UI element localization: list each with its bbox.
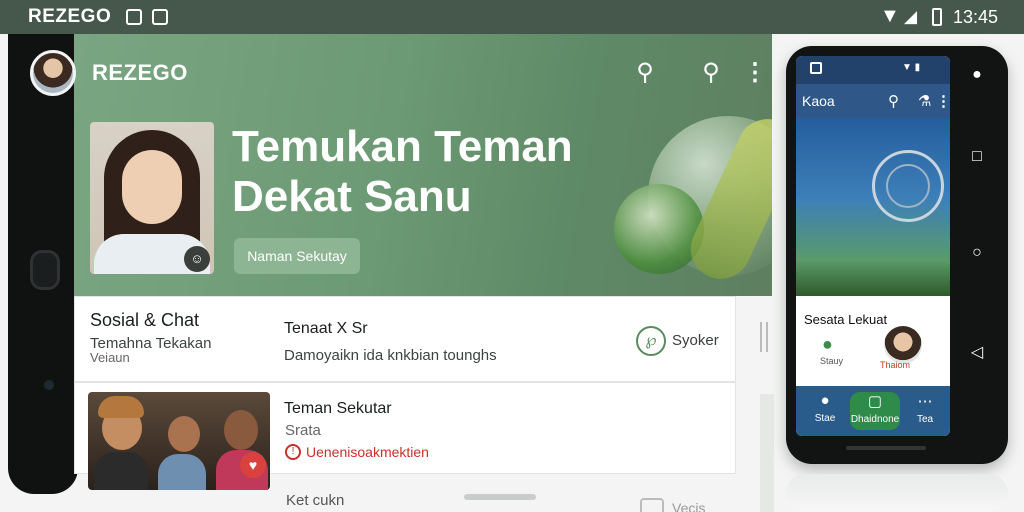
card-subtitle-secondary: Veiaun (90, 350, 130, 365)
ferris-wheel-inner (886, 164, 930, 208)
nav-item-chat[interactable]: ▢ Dhaidnone (850, 392, 900, 430)
speak-label: Syoker (672, 332, 719, 349)
alert-text[interactable]: Uenenisoakmektien (306, 444, 429, 460)
app-notification-icon (126, 9, 142, 25)
battery-icon (932, 8, 942, 26)
right-section-title: Sesata Lekuat (804, 312, 888, 327)
list-item-peek[interactable]: Ket cukn (286, 492, 344, 509)
group-icon[interactable]: ● (822, 334, 833, 355)
peek-label: Vecis (672, 500, 706, 512)
chat-icon: ▢ (867, 393, 883, 410)
document-icon (640, 498, 664, 512)
contact-label: Thaiom (880, 360, 911, 370)
search-user-icon[interactable]: ⚲ (698, 60, 724, 86)
right-phone-status-bar: ▼ ▮ (796, 56, 950, 84)
gallery-icon (152, 9, 168, 25)
system-nav-bar: ● □ ○ ◁ (956, 56, 996, 426)
photo-badge-icon[interactable]: ☺ (184, 246, 210, 272)
nav-item-more[interactable]: ⋯ Tea (900, 392, 950, 425)
right-app-title: Kaoa (802, 93, 835, 109)
alert-icon: ! (285, 444, 301, 460)
filter-icon[interactable]: ⚗ (918, 92, 931, 110)
more-vertical-icon[interactable]: ⋮ (742, 60, 768, 86)
nav-label: Tea (916, 414, 934, 425)
right-phone-screen: ▼ ▮ Kaoa ⚲ ⚗ ⋮ Sesata Lekuat ● Stauy Tha… (796, 56, 950, 436)
home-circle-icon[interactable]: ○ (968, 244, 986, 262)
search-icon[interactable]: ⚲ (632, 60, 658, 86)
signal-icon: ◢ (904, 7, 918, 26)
microphone-icon: ℘ (636, 326, 666, 356)
right-bottom-nav: ● Stae ▢ Dhaidnone ⋯ Tea (796, 386, 950, 436)
nav-label: Dhaidnone (850, 414, 900, 425)
notification-dot-icon[interactable]: ● (968, 66, 986, 84)
search-icon[interactable]: ⚲ (888, 92, 899, 110)
status-bar: REZEGO ▼ ◢ 13:45 (0, 0, 1024, 34)
chat-contact-name[interactable]: Tenaat X Sr (284, 320, 368, 338)
divider (760, 394, 774, 512)
speak-button[interactable]: ℘ Syoker (636, 326, 728, 358)
recents-icon[interactable]: □ (968, 148, 986, 166)
user-avatar[interactable] (30, 50, 76, 96)
phone-reflection (786, 474, 1008, 512)
back-icon[interactable]: ◁ (968, 342, 986, 362)
nav-item-home[interactable]: ● Stae (800, 392, 850, 424)
right-phone-app-bar: Kaoa ⚲ ⚗ ⋮ (796, 84, 950, 118)
contact-label: Stauy (820, 356, 844, 366)
card-title: Sosial & Chat (90, 310, 200, 330)
signal-icon: ▼ ▮ (902, 62, 921, 73)
more-vertical-icon[interactable]: ⋮ (936, 92, 950, 110)
app-icon (810, 62, 822, 74)
hero-title: Temukan Teman Dekat Sanu (232, 122, 573, 221)
gesture-home-bar[interactable] (464, 494, 536, 500)
nearby-subtitle: Srata (285, 422, 321, 439)
home-button[interactable] (30, 250, 60, 290)
contact-avatar[interactable] (884, 326, 922, 364)
wifi-icon: ▼ (880, 5, 900, 27)
app-logo: REZEGO (92, 60, 188, 85)
status-brand: REZEGO (28, 6, 112, 27)
nearby-title: Teman Sekutar (284, 400, 392, 417)
more-icon: ⋯ (917, 393, 933, 410)
camera-icon (44, 380, 54, 390)
nav-label: Stae (814, 413, 836, 424)
user-icon: ● (820, 392, 830, 409)
scroll-indicator[interactable] (760, 322, 768, 352)
status-time: 13:45 (952, 7, 998, 27)
group-photo (88, 392, 270, 490)
hero-chip-button[interactable]: Naman Sekutay (234, 238, 360, 274)
like-heart-icon[interactable]: ♥ (240, 452, 266, 478)
chat-message-preview: Damoyaikn ida knkbian tounghs (284, 347, 497, 364)
phone-speaker (846, 446, 926, 450)
